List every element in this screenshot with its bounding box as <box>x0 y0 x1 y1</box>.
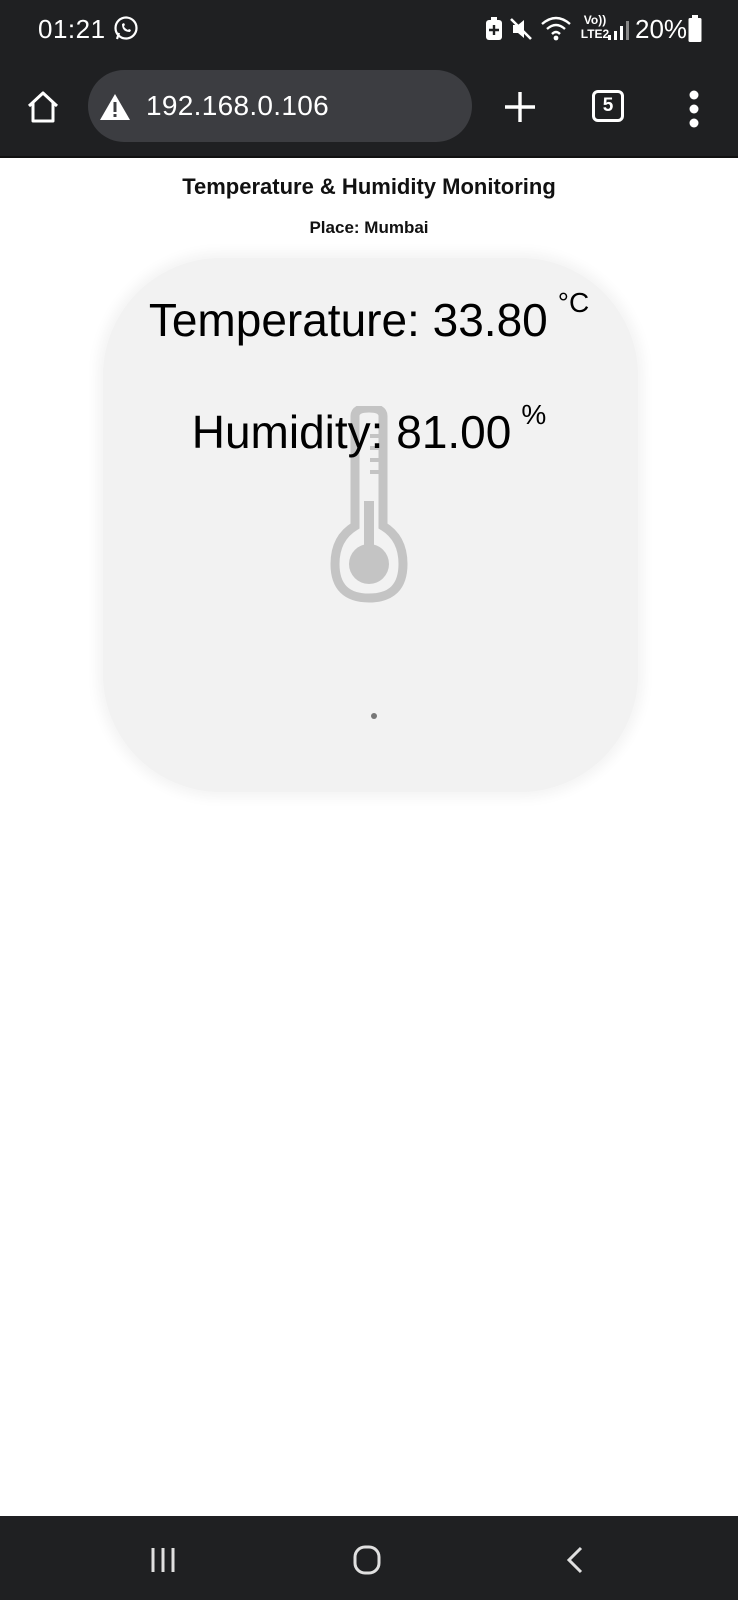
page-title: Temperature & Humidity Monitoring <box>182 174 556 199</box>
system-nav-bar <box>0 1516 738 1600</box>
browser-toolbar: 192.168.0.106 5 <box>0 58 738 158</box>
home-icon[interactable] <box>25 90 61 124</box>
humidity-value: 81.00 <box>396 406 512 458</box>
temperature-value: 33.80 <box>432 294 548 346</box>
home-nav-icon[interactable] <box>352 1544 382 1576</box>
status-bar: 01:21 Vo)) LTE2 20% <box>0 0 738 58</box>
tabs-icon[interactable]: 5 <box>592 90 624 122</box>
thermometer-icon <box>325 403 417 778</box>
place-label: Place: Mumbai <box>309 218 429 237</box>
recents-icon[interactable] <box>148 1546 178 1574</box>
signal-icon <box>606 18 630 42</box>
temperature-reading: Temperature: 33.80 °C <box>0 287 738 347</box>
card-dot <box>371 713 377 719</box>
humidity-reading: Humidity: 81.00% <box>0 399 738 459</box>
back-icon[interactable] <box>565 1544 585 1576</box>
humidity-unit: % <box>521 399 547 430</box>
address-bar[interactable]: 192.168.0.106 <box>88 70 472 142</box>
url-text[interactable]: 192.168.0.106 <box>146 90 329 122</box>
warning-icon[interactable] <box>98 92 132 122</box>
temperature-label: Temperature: <box>148 294 420 346</box>
status-time: 01:21 <box>38 14 106 44</box>
battery-percent: 20% <box>635 14 688 44</box>
new-tab-icon[interactable] <box>501 88 539 126</box>
wifi-icon <box>540 14 572 42</box>
battery-icon <box>688 15 702 43</box>
temperature-unit: °C <box>557 287 590 318</box>
menu-icon[interactable] <box>687 89 701 129</box>
battery-saver-icon <box>485 17 503 41</box>
humidity-label: Humidity: <box>191 406 384 458</box>
whatsapp-icon <box>113 15 139 41</box>
mute-icon <box>508 16 534 42</box>
